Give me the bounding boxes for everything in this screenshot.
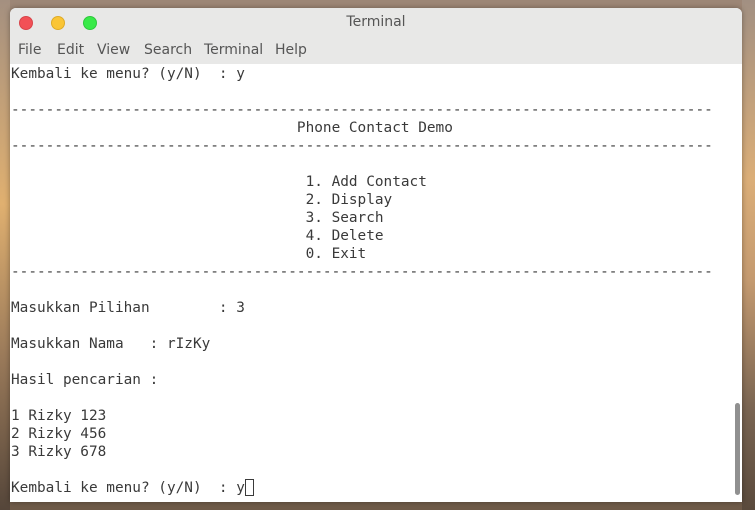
- minimize-window-button[interactable]: [51, 16, 65, 30]
- terminal-window: Terminal File Edit View Search Terminal …: [10, 8, 742, 502]
- search-result-row: 1 Rizky 123: [11, 408, 107, 424]
- menu-option-line: 4. Delete: [11, 228, 384, 244]
- desktop-background-right: [742, 0, 755, 510]
- return-prompt-line: Kembali ke menu? (y/N) : y: [11, 479, 254, 497]
- close-window-button[interactable]: [19, 16, 33, 30]
- menu-view[interactable]: View: [97, 37, 130, 64]
- menu-file[interactable]: File: [18, 37, 41, 64]
- name-prompt-line: Masukkan Nama : rIzKy: [11, 336, 211, 352]
- separator-line: ----------------------------------------…: [11, 138, 713, 154]
- program-title-line: Phone Contact Demo: [11, 120, 453, 136]
- choice-prompt-line: Masukkan Pilihan : 3: [11, 300, 245, 316]
- terminal-line: Kembali ke menu? (y/N) : y: [11, 66, 245, 82]
- desktop-background-left: [0, 0, 10, 510]
- menu-option-line: 1. Add Contact: [11, 174, 427, 190]
- return-prompt-text: Kembali ke menu? (y/N) : y: [11, 480, 245, 496]
- terminal-output[interactable]: Kembali ke menu? (y/N) : y -------------…: [10, 64, 742, 502]
- search-result-row: 2 Rizky 456: [11, 426, 107, 442]
- scrollbar-thumb[interactable]: [735, 403, 740, 495]
- menu-option-line: 0. Exit: [11, 246, 367, 262]
- menu-bar: File Edit View Search Terminal Help: [10, 37, 742, 64]
- text-cursor: [244, 479, 254, 496]
- menu-search[interactable]: Search: [144, 37, 192, 64]
- maximize-window-button[interactable]: [83, 16, 97, 30]
- separator-line: ----------------------------------------…: [11, 102, 713, 118]
- search-result-heading: Hasil pencarian :: [11, 372, 159, 388]
- search-result-row: 3 Rizky 678: [11, 444, 107, 460]
- menu-option-line: 3. Search: [11, 210, 384, 226]
- menu-option-line: 2. Display: [11, 192, 393, 208]
- window-title: Terminal: [346, 14, 406, 30]
- title-bar[interactable]: Terminal: [10, 8, 742, 37]
- menu-help[interactable]: Help: [275, 37, 307, 64]
- separator-line: ----------------------------------------…: [11, 264, 713, 280]
- menu-edit[interactable]: Edit: [57, 37, 84, 64]
- menu-terminal[interactable]: Terminal: [204, 37, 263, 64]
